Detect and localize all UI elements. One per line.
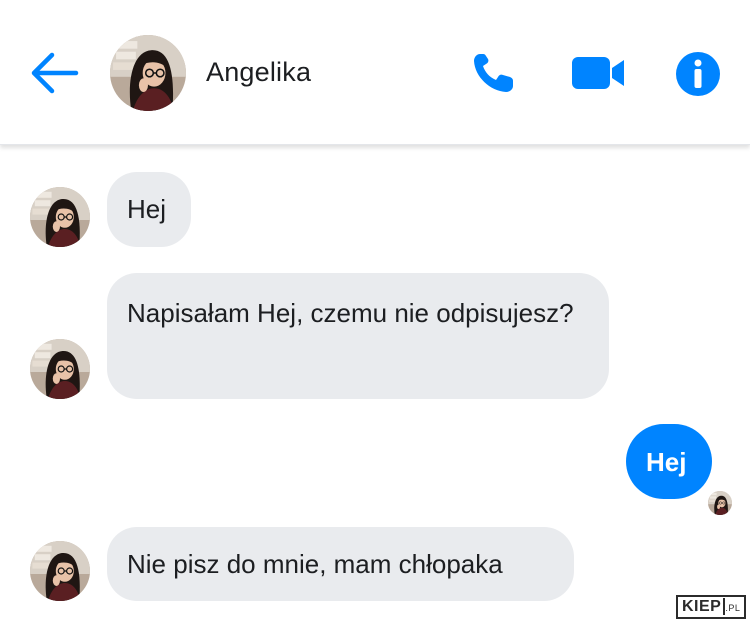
info-button[interactable] — [674, 50, 722, 98]
incoming-message[interactable]: Hej — [107, 172, 191, 247]
incoming-message[interactable]: Napisałam Hej, czemu nie odpisujesz? — [107, 273, 609, 399]
arrow-left-icon — [31, 52, 79, 94]
back-button[interactable] — [28, 50, 80, 96]
info-icon — [676, 52, 720, 96]
video-call-button[interactable] — [570, 55, 626, 91]
site-watermark: KIEP .PL — [676, 595, 747, 619]
contact-avatar[interactable] — [30, 187, 90, 247]
phone-icon — [474, 54, 513, 92]
chat-header: Angelika — [0, 0, 750, 145]
contact-avatar[interactable] — [110, 35, 186, 111]
read-receipt-avatar — [708, 491, 732, 515]
video-camera-icon — [572, 57, 624, 89]
watermark-text: KIEP — [682, 598, 726, 615]
messenger-chat-window: Angelika Hej Napisałam Hej, czemu nie od… — [0, 0, 750, 629]
incoming-message[interactable]: Nie pisz do mnie, mam chłopaka — [107, 527, 574, 601]
watermark-suffix: .PL — [725, 603, 741, 613]
contact-name[interactable]: Angelika — [206, 57, 311, 88]
call-button[interactable] — [470, 50, 520, 96]
contact-avatar[interactable] — [30, 339, 90, 399]
contact-avatar[interactable] — [30, 541, 90, 601]
outgoing-message[interactable]: Hej — [626, 424, 712, 499]
